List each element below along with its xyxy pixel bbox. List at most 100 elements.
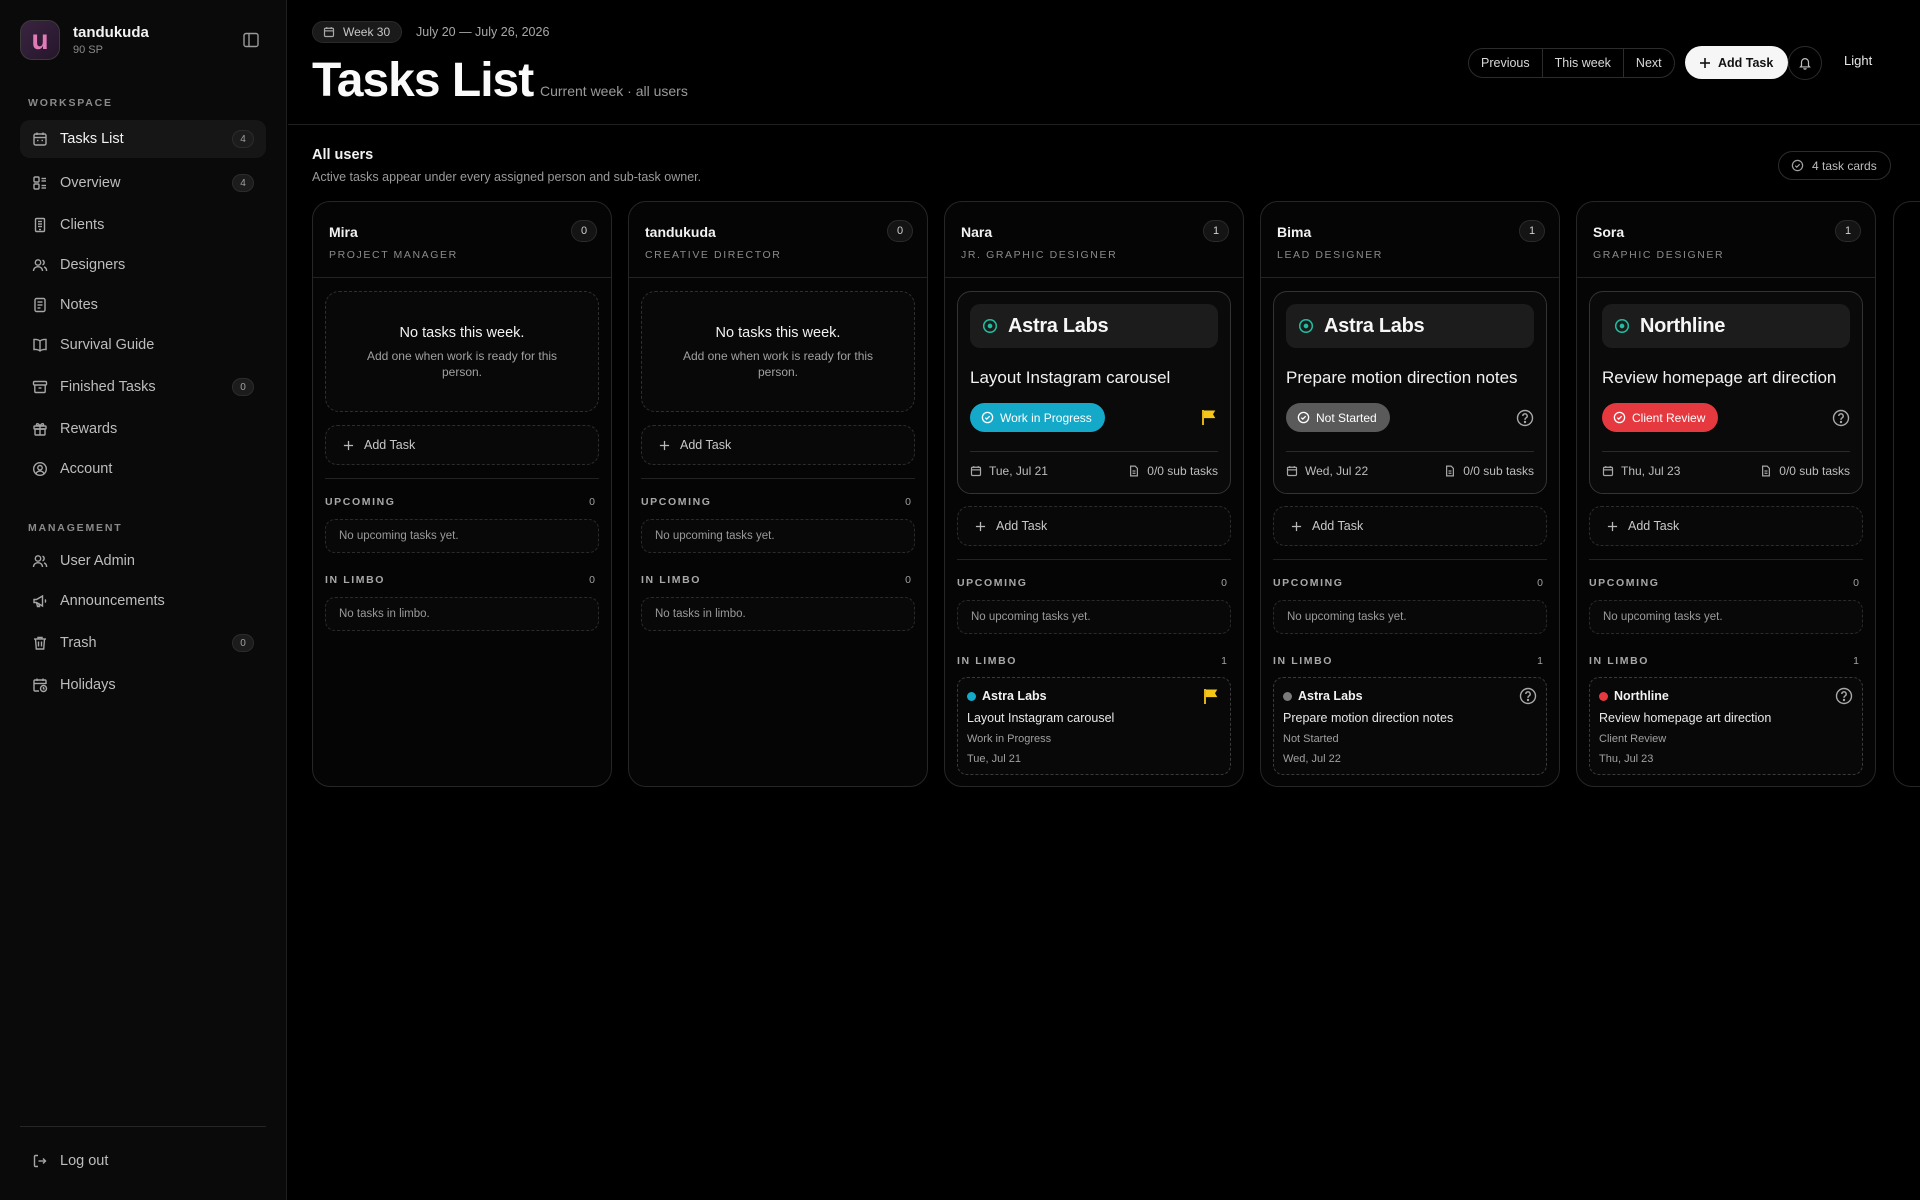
column-divider — [641, 478, 915, 479]
flag-icon[interactable] — [1200, 408, 1218, 426]
column-add-task-button[interactable]: Add Task — [641, 425, 915, 465]
task-subtasks-label: 0/0 sub tasks — [1147, 464, 1218, 478]
plus-icon — [659, 440, 670, 451]
empty-state: No tasks this week. Add one when work is… — [641, 291, 915, 412]
help-icon[interactable] — [1832, 409, 1850, 427]
task-date-label: Tue, Jul 21 — [989, 464, 1048, 478]
page-title: Tasks List — [312, 54, 534, 107]
bell-icon — [1798, 56, 1812, 70]
task-subtasks-label: 0/0 sub tasks — [1779, 464, 1850, 478]
add-task-label: Add Task — [1718, 55, 1774, 70]
sidebar-item-overview[interactable]: Overview 4 — [20, 164, 266, 202]
nav-count-badge: 4 — [232, 130, 254, 148]
sidebar-item-survival-guide[interactable]: Survival Guide — [20, 326, 266, 364]
logout-button[interactable]: Log out — [20, 1142, 266, 1180]
theme-toggle-button[interactable]: Light — [1844, 53, 1872, 68]
limbo-task-card[interactable]: Astra Labs Layout Instagram carousel Wor… — [957, 677, 1231, 775]
sidebar-toggle-icon[interactable] — [240, 31, 262, 49]
empty-state-title: No tasks this week. — [399, 325, 525, 341]
sidebar-item-finished-tasks[interactable]: Finished Tasks 0 — [20, 368, 266, 406]
status-badge[interactable]: Not Started — [1286, 403, 1390, 432]
upcoming-count: 0 — [1221, 577, 1227, 589]
sidebar-item-rewards[interactable]: Rewards — [20, 410, 266, 448]
column-user-role: PROJECT MANAGER — [329, 249, 458, 261]
sidebar-item-announcements[interactable]: Announcements — [20, 582, 266, 620]
megaphone-icon — [32, 593, 48, 609]
this-week-button[interactable]: This week — [1543, 49, 1624, 77]
help-icon[interactable] — [1519, 687, 1537, 705]
sidebar-item-notes[interactable]: Notes — [20, 286, 266, 324]
page-header: Week 30 July 20 — July 26, 2026 Tasks Li… — [288, 0, 1920, 125]
column-user-name: Bima — [1277, 224, 1312, 240]
user-profile[interactable]: u tandukuda 90 SP — [20, 20, 149, 60]
help-icon[interactable] — [1516, 409, 1534, 427]
column-divider — [957, 559, 1231, 560]
flag-icon[interactable] — [1202, 687, 1220, 705]
limbo-client-name: Northline — [1614, 689, 1669, 703]
sidebar-item-tasks-list[interactable]: Tasks List 4 — [20, 120, 266, 158]
task-due-date: Wed, Jul 22 — [1286, 464, 1368, 478]
users-icon — [32, 257, 48, 273]
sidebar-item-label: Notes — [60, 297, 98, 313]
limbo-task-card[interactable]: Northline Review homepage art direction … — [1589, 677, 1863, 775]
sidebar-item-holidays[interactable]: Holidays — [20, 666, 266, 704]
sidebar-item-label: Trash — [60, 635, 97, 651]
help-icon[interactable] — [1835, 687, 1853, 705]
column-header: tandukuda CREATIVE DIRECTOR 0 — [629, 202, 927, 278]
previous-week-button[interactable]: Previous — [1469, 49, 1543, 77]
limbo-label: IN LIMBO — [1273, 655, 1334, 667]
column-add-task-button[interactable]: Add Task — [1273, 506, 1547, 546]
upcoming-label: UPCOMING — [641, 496, 712, 508]
calendar-icon — [1602, 465, 1614, 477]
column-user-name: Sora — [1593, 224, 1625, 240]
notifications-button[interactable] — [1788, 46, 1822, 80]
limbo-count: 1 — [1537, 655, 1543, 667]
task-card[interactable]: Northline Review homepage art direction … — [1589, 291, 1863, 494]
plus-icon — [1607, 521, 1618, 532]
client-pill: Northline — [1602, 304, 1850, 348]
sidebar-item-account[interactable]: Account — [20, 450, 266, 488]
limbo-task-title: Review homepage art direction — [1599, 711, 1772, 725]
limbo-client-name: Astra Labs — [1298, 689, 1363, 703]
sidebar-item-user-admin[interactable]: User Admin — [20, 542, 266, 580]
sidebar-item-label: Announcements — [60, 593, 165, 609]
week-navigation: Previous This week Next — [1468, 48, 1675, 78]
task-date-label: Wed, Jul 22 — [1305, 464, 1369, 478]
limbo-label: IN LIMBO — [957, 655, 1018, 667]
limbo-task-card[interactable]: Astra Labs Prepare motion direction note… — [1273, 677, 1547, 775]
user-points: 90 SP — [73, 44, 103, 56]
task-subtasks: 0/0 sub tasks — [1128, 464, 1218, 478]
next-week-button[interactable]: Next — [1624, 49, 1674, 77]
limbo-client: Northline — [1599, 689, 1669, 703]
task-card[interactable]: Astra Labs Layout Instagram carousel Wor… — [957, 291, 1231, 494]
upcoming-empty: No upcoming tasks yet. — [1273, 600, 1547, 634]
limbo-task-title: Layout Instagram carousel — [967, 711, 1115, 725]
status-dot — [967, 691, 976, 701]
note-icon — [32, 297, 48, 313]
task-title: Layout Instagram carousel — [970, 368, 1171, 387]
section-description: Active tasks appear under every assigned… — [312, 170, 702, 184]
status-badge[interactable]: Work in Progress — [970, 403, 1105, 432]
logout-label: Log out — [60, 1153, 109, 1169]
task-card[interactable]: Astra Labs Prepare motion direction note… — [1273, 291, 1547, 494]
column-user-name: tandukuda — [645, 224, 716, 240]
status-badge[interactable]: Client Review — [1602, 403, 1719, 432]
nav-count-badge: 0 — [232, 378, 254, 396]
sidebar-item-clients[interactable]: Clients — [20, 206, 266, 244]
add-task-button[interactable]: Add Task — [1685, 46, 1789, 79]
column-add-task-button[interactable]: Add Task — [325, 425, 599, 465]
status-dot — [1283, 691, 1292, 701]
target-icon — [1614, 318, 1630, 334]
plus-icon — [1699, 57, 1711, 69]
empty-state-title: No tasks this week. — [715, 325, 841, 341]
task-card-count-label: 4 task cards — [1812, 158, 1877, 173]
task-card-divider — [1286, 451, 1534, 452]
calendar-icon — [323, 26, 335, 38]
column-add-task-button[interactable]: Add Task — [957, 506, 1231, 546]
sidebar-item-designers[interactable]: Designers — [20, 246, 266, 284]
column-add-task-button[interactable]: Add Task — [1589, 506, 1863, 546]
document-icon — [1128, 465, 1140, 477]
limbo-client: Astra Labs — [1283, 689, 1363, 703]
column-divider — [1273, 559, 1547, 560]
sidebar-item-trash[interactable]: Trash 0 — [20, 624, 266, 662]
